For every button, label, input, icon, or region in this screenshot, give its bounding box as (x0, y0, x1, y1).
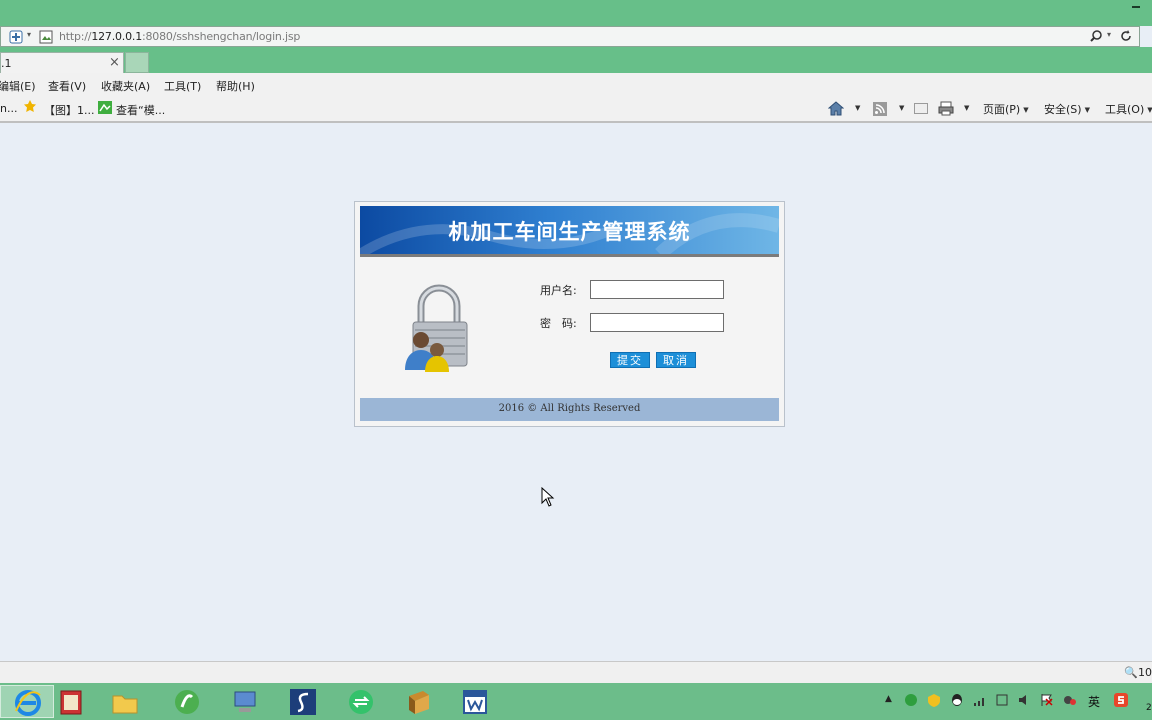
chevron-down-icon[interactable]: ▼ (896, 101, 904, 114)
sogou-icon[interactable] (1114, 693, 1128, 707)
close-icon[interactable]: × (109, 55, 120, 70)
tools-menu[interactable]: 工具(O) ▼ (1105, 101, 1152, 117)
favorite-item[interactable]: 【图】1... (44, 102, 95, 118)
tab-login-page[interactable]: .1 × (0, 52, 124, 73)
rss-feed-icon[interactable] (873, 102, 887, 116)
search-icon[interactable] (1089, 29, 1103, 43)
taskbar-explorer[interactable] (98, 685, 152, 718)
password-input[interactable] (590, 313, 724, 332)
username-input[interactable] (590, 280, 724, 299)
chevron-down-icon[interactable]: ▼ (961, 101, 969, 114)
zoom-level[interactable]: 🔍10 (1124, 666, 1152, 679)
status-bar: 🔍10 (0, 661, 1152, 683)
username-label: 用户名: (540, 284, 577, 297)
new-tab-button[interactable] (125, 52, 149, 73)
print-icon[interactable] (938, 101, 954, 116)
refresh-icon[interactable] (1119, 29, 1133, 43)
dropdown-caret-icon[interactable]: ▾ (1107, 30, 1111, 39)
address-bar[interactable]: ▾ http://127.0.0.1:8080/sshshengchan/log… (0, 26, 1140, 47)
network-icon[interactable] (995, 693, 1009, 707)
taskbar: ▲ 英 2 (0, 683, 1152, 720)
document-app-icon (60, 690, 82, 715)
mouse-cursor-icon (541, 487, 555, 507)
menu-tools[interactable]: 工具(T) (164, 78, 201, 94)
home-icon[interactable] (828, 101, 844, 116)
copyright-text: 2016 © All Rights Reserved (498, 403, 641, 414)
submit-button[interactable]: 提交 (610, 352, 650, 368)
login-panel: 机加工车间生产管理系统 用户名: 密 码: 提交 取消 2016 © All R… (354, 201, 785, 427)
tray-util-icon[interactable] (1063, 693, 1077, 707)
sync-app-icon (349, 690, 373, 714)
computer-icon (234, 691, 256, 712)
input-method-indicator[interactable]: 英 (1088, 693, 1100, 710)
favorite-item[interactable]: 查看“模... (116, 102, 165, 118)
page-menu[interactable]: 页面(P) ▼ (983, 101, 1029, 117)
green-app-icon (175, 690, 199, 714)
login-footer: 2016 © All Rights Reserved (360, 398, 779, 421)
flag-icon[interactable] (1040, 693, 1054, 707)
web-slice-icon (98, 101, 112, 114)
menu-edit[interactable]: 编辑(E) (0, 78, 36, 94)
taskbar-app[interactable] (44, 685, 98, 718)
read-mail-icon[interactable] (914, 102, 928, 115)
favorites-bar: n... 【图】1... 查看“模... ▼ ▼ ▼ 页面(P) ▼ 安全(S) ▼… (0, 96, 1152, 123)
tray-shield-icon[interactable] (927, 693, 941, 707)
tray-expand-icon[interactable]: ▲ (885, 694, 892, 704)
favorite-star-icon (24, 100, 36, 112)
internet-explorer-icon (15, 690, 41, 716)
url-text[interactable]: http://127.0.0.1:8080/sshshengchan/login… (59, 30, 300, 43)
volume-icon[interactable] (1017, 693, 1031, 707)
tab-title: .1 (1, 57, 12, 70)
s-app-icon (290, 689, 316, 715)
menu-view[interactable]: 查看(V) (48, 78, 86, 94)
password-label: 密 码: (540, 317, 577, 330)
taskbar-app[interactable] (392, 685, 446, 718)
tab-strip (0, 47, 1152, 73)
system-title: 机加工车间生产管理系统 (448, 219, 691, 244)
dropdown-caret-icon[interactable]: ▾ (27, 30, 31, 39)
folder-icon (112, 695, 138, 714)
book-icon (409, 691, 429, 714)
safety-menu[interactable]: 安全(S) ▼ (1044, 101, 1090, 117)
signal-icon[interactable] (973, 693, 987, 707)
qq-icon[interactable] (950, 693, 964, 707)
taskbar-app[interactable] (218, 685, 272, 718)
login-banner: 机加工车间生产管理系统 (360, 206, 779, 254)
menu-favorites[interactable]: 收藏夹(A) (101, 78, 150, 94)
clock[interactable]: 2 (1146, 703, 1152, 713)
minimize-icon[interactable] (1132, 6, 1140, 8)
taskbar-word[interactable] (448, 685, 502, 718)
banner-divider (360, 254, 779, 257)
taskbar-app[interactable] (160, 685, 214, 718)
browser-title-bar (0, 0, 1152, 26)
taskbar-app[interactable] (334, 685, 388, 718)
word-icon (463, 690, 487, 714)
chevron-down-icon[interactable]: ▼ (852, 101, 860, 114)
favorite-item[interactable]: n... (0, 102, 17, 115)
menu-bar: 编辑(E) 查看(V) 收藏夹(A) 工具(T) 帮助(H) (0, 73, 1152, 96)
page-icon (39, 30, 53, 44)
taskbar-app[interactable] (276, 685, 330, 718)
shield-icon[interactable] (9, 30, 23, 44)
tray-app-icon[interactable] (904, 693, 918, 707)
cancel-button[interactable]: 取消 (656, 352, 696, 368)
menu-help[interactable]: 帮助(H) (216, 78, 255, 94)
lock-users-icon (405, 284, 468, 372)
